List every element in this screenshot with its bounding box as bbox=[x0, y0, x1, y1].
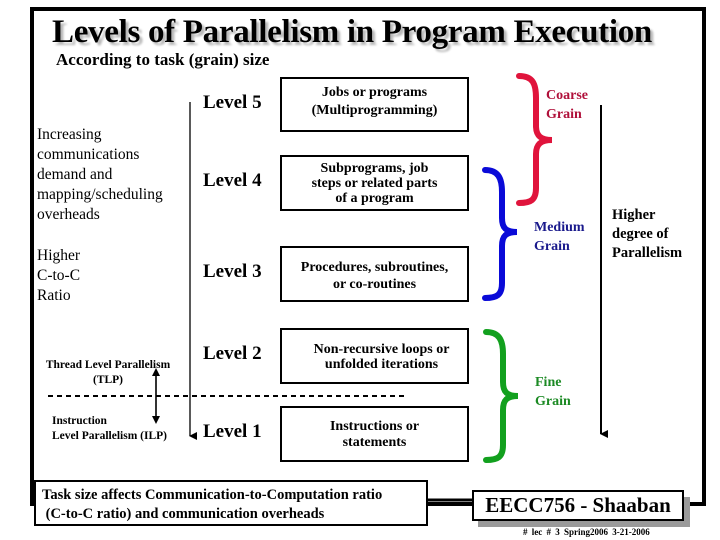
box-text-line: or co-routines bbox=[332, 277, 417, 292]
higher-parallelism-label: Higher degree of Parallelism bbox=[612, 206, 682, 263]
level-4-label: Level 4 bbox=[203, 170, 262, 191]
box-text-line: Subprograms, job bbox=[320, 161, 429, 176]
ctoc-note-line: C-to-C bbox=[37, 267, 81, 284]
ctoc-ratio-note: Higher C-to-C Ratio bbox=[37, 246, 80, 306]
task-size-note: Task size affects Communication-to-Compu… bbox=[34, 480, 428, 526]
box-text-line: steps or related parts bbox=[311, 176, 438, 191]
course-footer-box: EECC756 - Shaaban bbox=[472, 490, 684, 521]
fine-grain-label: Fine Grain bbox=[535, 373, 571, 411]
lecture-meta: # lec # 3 Spring2006 3-21-2006 bbox=[523, 527, 650, 537]
level-2-box: Non-recursive loops or unfolded iteratio… bbox=[280, 328, 469, 384]
level-3-box: Procedures, subroutines, or co-routines bbox=[280, 246, 469, 302]
grain-label-line: Medium bbox=[534, 220, 585, 235]
ilp-label-line: Level Parallelism (ILP) bbox=[52, 430, 167, 442]
higher-parallelism-line: degree of bbox=[612, 226, 669, 242]
fine-grain-brace bbox=[483, 329, 519, 463]
box-text-line: of a program bbox=[335, 191, 414, 206]
ctoc-note-line: Higher bbox=[37, 247, 81, 264]
box-text-line: Instructions or bbox=[329, 419, 420, 434]
level-5-label: Level 5 bbox=[203, 92, 262, 113]
overheads-note-line: Increasing bbox=[37, 126, 102, 143]
tlp-label-line: (TLP) bbox=[92, 374, 124, 386]
task-size-note-line: Task size affects Communication-to-Compu… bbox=[42, 487, 383, 503]
overheads-note-line: mapping/scheduling bbox=[37, 186, 163, 203]
grain-label-line: Grain bbox=[534, 239, 570, 254]
box-text-line: unfolded iterations bbox=[324, 357, 439, 372]
grain-label-line: Fine bbox=[535, 375, 562, 390]
medium-grain-label: Medium Grain bbox=[534, 218, 585, 256]
tlp-label-line: Thread Level Parallelism bbox=[45, 359, 171, 371]
overheads-note: Increasing communications demand and map… bbox=[37, 125, 163, 225]
box-text-line: statements bbox=[342, 435, 407, 450]
ctoc-note-line: Ratio bbox=[37, 287, 71, 304]
overheads-note-line: overheads bbox=[37, 206, 100, 223]
level-1-label: Level 1 bbox=[203, 421, 262, 442]
level-4-box: Subprograms, job steps or related parts … bbox=[280, 155, 469, 211]
overheads-note-line: communications bbox=[37, 146, 140, 163]
level-2-label: Level 2 bbox=[203, 343, 262, 364]
level-5-box: Jobs or programs (Multiprogramming) bbox=[280, 77, 469, 132]
medium-grain-brace bbox=[482, 167, 518, 301]
box-text-line: Procedures, subroutines, bbox=[300, 260, 449, 275]
tlp-label: Thread Level Parallelism (TLP) bbox=[43, 358, 173, 388]
higher-parallelism-line: Parallelism bbox=[612, 245, 683, 261]
grain-label-line: Grain bbox=[535, 394, 571, 409]
ilp-label: Instruction Level Parallelism (ILP) bbox=[52, 414, 167, 444]
ilp-label-line: Instruction bbox=[52, 415, 107, 427]
grain-label-line: Grain bbox=[546, 107, 582, 122]
task-size-note-line: (C-to-C ratio) and communication overhea… bbox=[42, 506, 325, 522]
grain-label-line: Coarse bbox=[546, 88, 588, 103]
level-3-label: Level 3 bbox=[203, 261, 262, 282]
box-text-line: Jobs or programs bbox=[321, 85, 428, 100]
higher-parallelism-line: Higher bbox=[612, 207, 656, 223]
level-1-box: Instructions or statements bbox=[280, 406, 469, 462]
coarse-grain-label: Coarse Grain bbox=[546, 86, 588, 124]
box-text-line: (Multiprogramming) bbox=[311, 103, 438, 118]
overheads-note-line: demand and bbox=[37, 166, 113, 183]
box-text-line: Non-recursive loops or bbox=[313, 342, 450, 357]
